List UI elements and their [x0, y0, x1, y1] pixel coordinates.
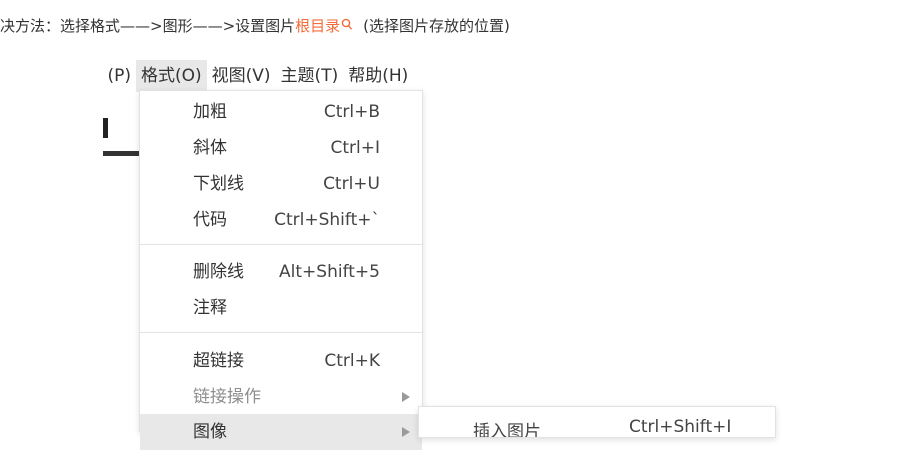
submenu-arrow-icon	[402, 427, 410, 437]
menu-paragraph[interactable]: (P)	[101, 60, 136, 92]
menu-item-label: 删除线	[193, 262, 244, 282]
menu-item-image[interactable]: 图像	[140, 414, 422, 450]
menu-paragraph-label: (P)	[107, 66, 131, 86]
menu-item-shortcut: Ctrl+U	[323, 174, 380, 194]
menu-item-label: 斜体	[193, 138, 227, 158]
menu-item-italic[interactable]: 斜体 Ctrl+I	[140, 130, 422, 166]
editor-area	[103, 95, 139, 427]
menu-bar: (P) 格式(O) 视图(V) 主题(T) 帮助(H)	[103, 60, 413, 92]
menu-view[interactable]: 视图(V)	[207, 60, 276, 92]
format-menu: 加粗 Ctrl+B 斜体 Ctrl+I 下划线 Ctrl+U 代码 Ctrl+S…	[139, 90, 423, 450]
menu-help[interactable]: 帮助(H)	[343, 60, 413, 92]
instruction-note: (选择图片存放的位置)	[363, 17, 510, 35]
menu-item-link-actions: 链接操作	[140, 379, 422, 415]
menu-item-underline[interactable]: 下划线 Ctrl+U	[140, 166, 422, 202]
instruction-main: 决方法：选择格式——>图形——>设置图片	[0, 17, 296, 35]
menu-theme[interactable]: 主题(T)	[276, 60, 344, 92]
menu-format[interactable]: 格式(O)	[136, 60, 207, 92]
submenu-item-insert-image[interactable]: 插入图片	[473, 417, 541, 437]
menu-item-label: 超链接	[193, 351, 244, 371]
menu-theme-label: 主题(T)	[280, 66, 339, 86]
submenu-arrow-icon	[402, 392, 410, 402]
menu-item-label: 下划线	[193, 174, 244, 194]
menu-item-label: 链接操作	[193, 387, 261, 407]
instruction-text: 决方法：选择格式——>图形——>设置图片根目录 (选择图片存放的位置)	[0, 15, 510, 37]
menu-item-label: 加粗	[193, 102, 227, 122]
menu-item-strikethrough[interactable]: 删除线 Alt+Shift+5	[140, 254, 422, 290]
menu-item-bold[interactable]: 加粗 Ctrl+B	[140, 94, 422, 130]
editor-divider	[103, 151, 139, 156]
menu-item-label: 图像	[193, 422, 227, 442]
menu-separator	[140, 332, 422, 333]
menu-item-shortcut: Alt+Shift+5	[279, 262, 380, 282]
menu-item-shortcut: Ctrl+I	[330, 138, 380, 158]
menu-item-label: 注释	[193, 298, 227, 318]
menu-separator	[140, 244, 422, 245]
search-icon[interactable]	[341, 16, 353, 30]
submenu-item-shortcut: Ctrl+Shift+I	[629, 417, 732, 437]
editor-heading-fragment	[103, 118, 108, 138]
menu-view-label: 视图(V)	[211, 66, 271, 86]
menu-item-shortcut: Ctrl+B	[323, 102, 380, 122]
menu-item-shortcut: Ctrl+K	[324, 351, 380, 371]
menu-item-label: 代码	[193, 210, 227, 230]
menu-item-comment[interactable]: 注释	[140, 290, 422, 326]
menu-item-hyperlink[interactable]: 超链接 Ctrl+K	[140, 343, 422, 379]
image-submenu: 插入图片 Ctrl+Shift+I	[418, 406, 776, 438]
root-dir-link[interactable]: 根目录	[295, 17, 340, 35]
menu-item-shortcut: Ctrl+Shift+`	[274, 210, 380, 230]
menu-item-code[interactable]: 代码 Ctrl+Shift+`	[140, 202, 422, 238]
menu-help-label: 帮助(H)	[348, 66, 409, 86]
menu-format-label: 格式(O)	[141, 66, 202, 86]
